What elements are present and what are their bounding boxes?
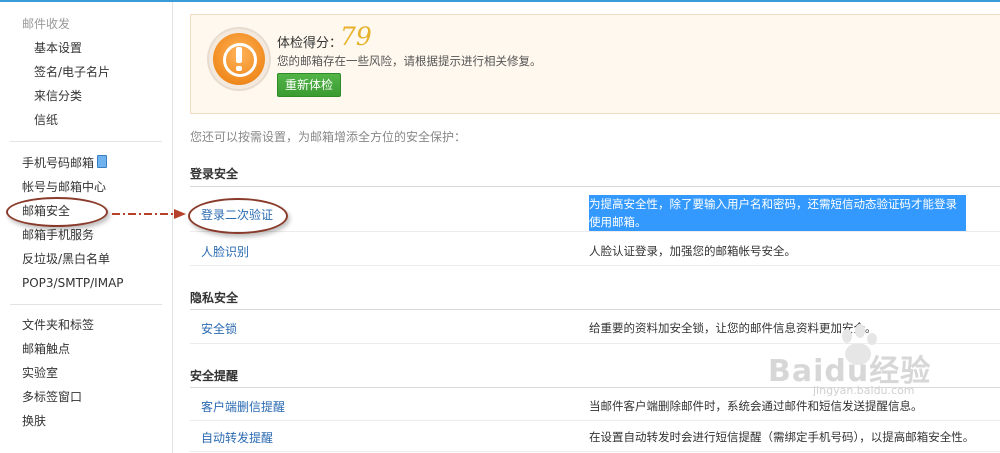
annotation-arrow-icon (112, 209, 186, 219)
sidebar-item-stationery[interactable]: 信纸 (34, 110, 58, 130)
section-title-privacy-security: 隐私安全 (190, 291, 239, 305)
sidebar-item-basic-settings[interactable]: 基本设置 (34, 38, 82, 58)
annotation-ellipse-sidebar (6, 197, 108, 227)
sidebar-item-multi-tab[interactable]: 多标签窗口 (22, 387, 82, 407)
baidu-watermark-url: jingyan.baidu.com (813, 384, 915, 397)
sidebar-item-mail-filter[interactable]: 来信分类 (34, 86, 82, 106)
auto-forward-alert-desc: 在设置自动转发时会进行短信提醒（需绑定手机号码），以提高邮箱安全性。 (589, 430, 975, 444)
sidebar-item-lab[interactable]: 实验室 (22, 363, 58, 383)
two-step-verification-desc: 为提高安全性，除了要输入用户名和密码，还需短信动态验证码才能登录使用邮箱。 (589, 195, 966, 231)
settings-sidebar: 邮件收发 基本设置 签名/电子名片 来信分类 信纸 手机号码邮箱 帐号与邮箱中心… (0, 2, 173, 453)
annotation-ellipse-link (188, 198, 288, 234)
sidebar-item-label: 手机号码邮箱 (22, 156, 95, 170)
row-divider (190, 265, 1000, 266)
score-description: 您的邮箱存在一些风险，请根据提示进行相关修复。 (277, 54, 542, 68)
face-recognition-link[interactable]: 人脸识别 (201, 243, 249, 260)
sidebar-item-account-center[interactable]: 帐号与邮箱中心 (22, 177, 106, 197)
section-title-login-security: 登录安全 (190, 167, 239, 181)
sidebar-item-antispam[interactable]: 反垃圾/黑白名单 (22, 249, 110, 269)
sidebar-group-head-mail: 邮件收发 (22, 17, 71, 31)
section-divider (190, 309, 1000, 310)
face-recognition-desc: 人脸认证登录，加强您的邮箱帐号安全。 (589, 244, 796, 258)
security-lock-link[interactable]: 安全锁 (201, 320, 237, 337)
security-score-card: 体检得分： 79 您的邮箱存在一些风险，请根据提示进行相关修复。 重新体检 (190, 14, 1000, 114)
client-delete-alert-link[interactable]: 客户端删信提醒 (201, 398, 285, 415)
row-divider (190, 451, 1000, 452)
sidebar-item-touchpoints[interactable]: 邮箱触点 (22, 339, 70, 359)
sidebar-divider (10, 141, 162, 142)
sidebar-item-folders-tags[interactable]: 文件夹和标签 (22, 315, 94, 335)
score-label: 体检得分： (277, 36, 343, 51)
sidebar-item-signature[interactable]: 签名/电子名片 (34, 62, 110, 82)
auto-forward-alert-link[interactable]: 自动转发提醒 (201, 429, 273, 446)
section-title-security-alerts: 安全提醒 (190, 369, 239, 383)
sidebar-item-mobile-service[interactable]: 邮箱手机服务 (22, 225, 94, 245)
section-divider (190, 186, 1000, 187)
warning-badge-icon (213, 33, 265, 85)
sidebar-item-pop3-smtp-imap[interactable]: POP3/SMTP/IMAP (22, 273, 124, 293)
protection-hint: 您还可以按需设置，为邮箱增添全方位的安全保护： (190, 130, 467, 144)
row-divider (190, 231, 1000, 232)
mobile-phone-icon (97, 155, 108, 168)
sidebar-divider (10, 304, 162, 305)
sidebar-item-skin[interactable]: 换肤 (22, 411, 46, 431)
sidebar-item-phone-mailbox[interactable]: 手机号码邮箱 (22, 153, 108, 173)
client-delete-alert-desc: 当邮件客户端删除邮件时，系统会通过邮件和短信发送提醒信息。 (589, 399, 923, 413)
recheck-button[interactable]: 重新体检 (277, 73, 341, 97)
row-divider (190, 420, 1000, 421)
score-value: 79 (340, 22, 372, 51)
